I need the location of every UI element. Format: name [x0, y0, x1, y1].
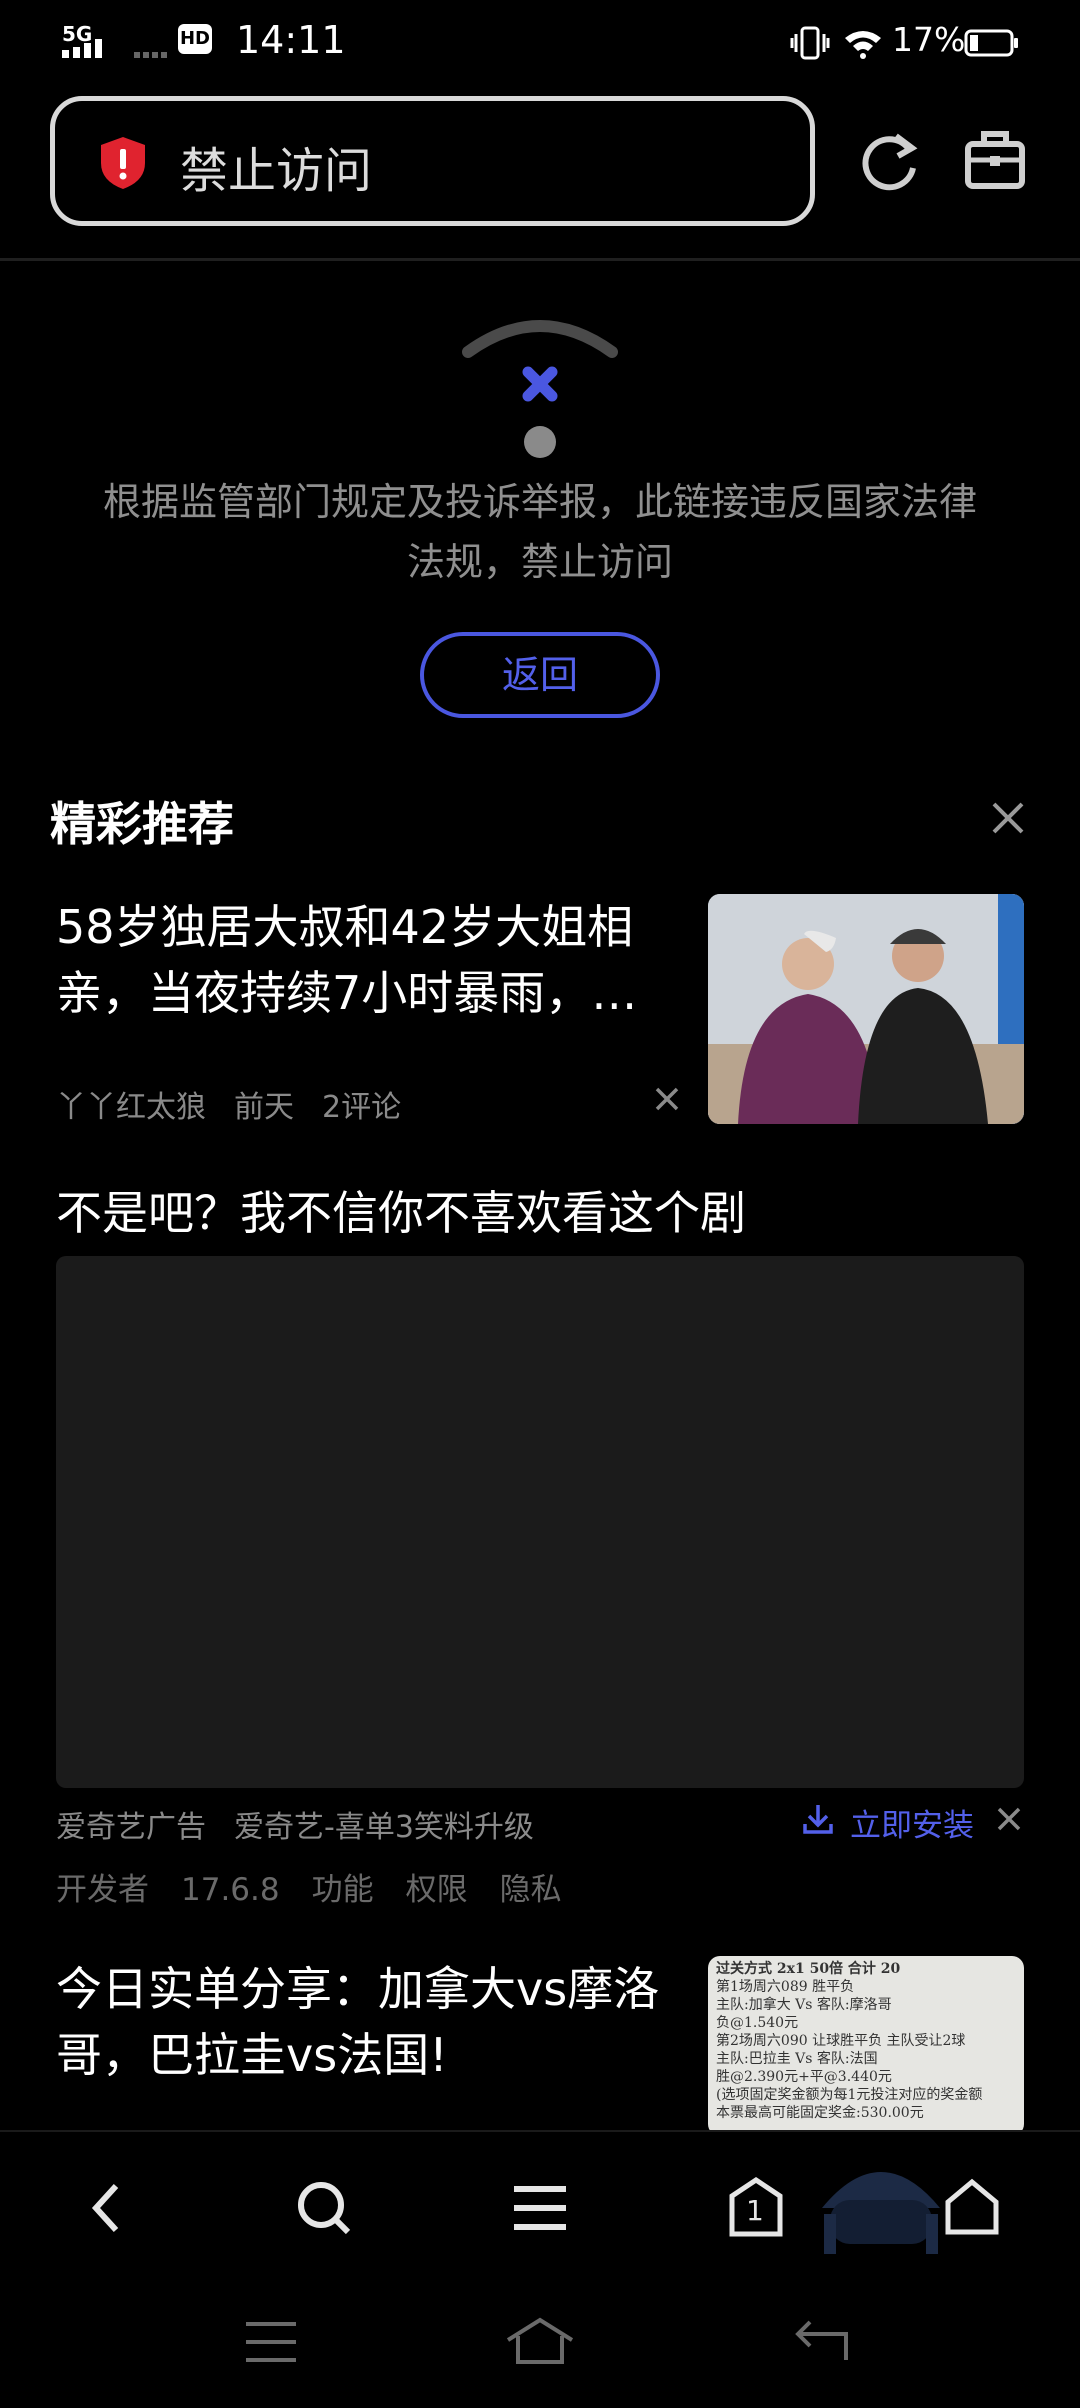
news-comments: 2评论: [322, 1090, 402, 1125]
dismiss-icon[interactable]: [654, 1086, 680, 1112]
receipt-line: 本票最高可能固定奖金:530.00元: [716, 2105, 924, 2121]
install-button[interactable]: 立即安装: [850, 1800, 974, 1845]
address-bar[interactable]: 禁止访问: [50, 96, 815, 226]
status-bar: 5G HD 14:11 17%: [0, 0, 1080, 86]
ad-app-name: 爱奇艺-喜单3笑料升级: [234, 1810, 534, 1845]
feature-link[interactable]: 功能: [312, 1872, 374, 1908]
receipt-line: 第1场周六089 胜平负: [716, 1979, 855, 1995]
tab-count: 1: [746, 2194, 764, 2227]
receipt-line: 主队:加拿大 Vs 客队:摩洛哥: [716, 1997, 892, 2013]
menu-icon[interactable]: [510, 2184, 570, 2232]
news-author: 丫丫红太狼: [56, 1090, 206, 1125]
error-message: 根据监管部门规定及投诉举报，此链接违反国家法律法规，禁止访问: [102, 480, 977, 584]
header-divider: [0, 258, 1080, 261]
signal-icon: [62, 39, 102, 58]
page-title: 禁止访问: [180, 143, 373, 199]
receipt-line: 负@1.540元: [716, 2015, 799, 2031]
back-icon[interactable]: [86, 2180, 126, 2236]
permission-link[interactable]: 权限: [406, 1872, 468, 1908]
news-time: 前天: [234, 1090, 294, 1125]
developer-link[interactable]: 开发者: [56, 1872, 149, 1908]
receipt-line: 第2场周六090 让球胜平负 主队受让2球: [716, 2033, 966, 2049]
news-meta: 丫丫红太狼 前天 2评论: [56, 1082, 429, 1126]
receipt-line: 主队:巴拉圭 Vs 客队:法国: [716, 2051, 878, 2067]
recent-apps-icon[interactable]: [244, 2320, 298, 2364]
news-title[interactable]: 今日实单分享：加拿大vs摩洛哥，巴拉圭vs法国!: [56, 1956, 696, 2088]
vibrate-icon: [790, 26, 830, 60]
refresh-icon[interactable]: [858, 128, 920, 194]
app-info-row: 开发者 17.6.8 功能 权限 隐私: [56, 1864, 590, 1909]
battery-icon: [964, 29, 1018, 57]
system-back-icon[interactable]: [794, 2318, 850, 2364]
receipt-line: 过关方式 2x1 50倍 合计 20: [716, 1961, 901, 1977]
search-icon[interactable]: [294, 2178, 354, 2238]
close-section-icon[interactable]: [990, 800, 1026, 836]
wifi-icon: [845, 31, 881, 59]
security-warning-icon: [101, 137, 145, 189]
signal-2-icon: [134, 52, 167, 58]
back-button[interactable]: 返回: [420, 632, 660, 718]
home-icon[interactable]: [942, 2176, 1002, 2238]
no-connection-icon: [462, 320, 618, 458]
system-home-icon[interactable]: [504, 2316, 576, 2366]
clock: 14:11: [236, 18, 346, 62]
incognito-icon[interactable]: [816, 2154, 946, 2254]
toolbox-icon[interactable]: [964, 128, 1026, 190]
browser-toolbar: 1: [0, 2130, 1080, 2280]
receipt-line: 胜@2.390元+平@3.440元: [716, 2069, 892, 2085]
news-title[interactable]: 58岁独居大叔和42岁大姐相亲，当夜持续7小时暴雨，…: [56, 894, 686, 1026]
news-thumbnail[interactable]: [708, 894, 1024, 1124]
download-icon[interactable]: [802, 1802, 834, 1836]
app-version: 17.6.8: [181, 1872, 280, 1908]
ad-close-icon[interactable]: [996, 1806, 1022, 1832]
ad-title[interactable]: 不是吧？我不信你不喜欢看这个剧: [56, 1180, 1024, 1246]
privacy-link[interactable]: 隐私: [500, 1872, 562, 1908]
ad-source: 爱奇艺广告: [56, 1810, 206, 1845]
ad-meta: 爱奇艺广告 爱奇艺-喜单3笑料升级: [56, 1802, 562, 1846]
receipt-thumbnail[interactable]: 过关方式 2x1 50倍 合计 20 第1场周六089 胜平负 主队:加拿大 V…: [708, 1956, 1024, 2136]
ad-video[interactable]: [56, 1256, 1024, 1788]
receipt-line: (选项固定奖金额为每1元投注对应的奖金额: [716, 2087, 983, 2103]
system-nav-bar: [0, 2280, 1080, 2408]
hd-icon: HD: [178, 24, 212, 54]
thumbnail-photo: [708, 894, 1024, 1124]
battery-percent: 17%: [892, 20, 966, 59]
section-title: 精彩推荐: [50, 797, 234, 851]
